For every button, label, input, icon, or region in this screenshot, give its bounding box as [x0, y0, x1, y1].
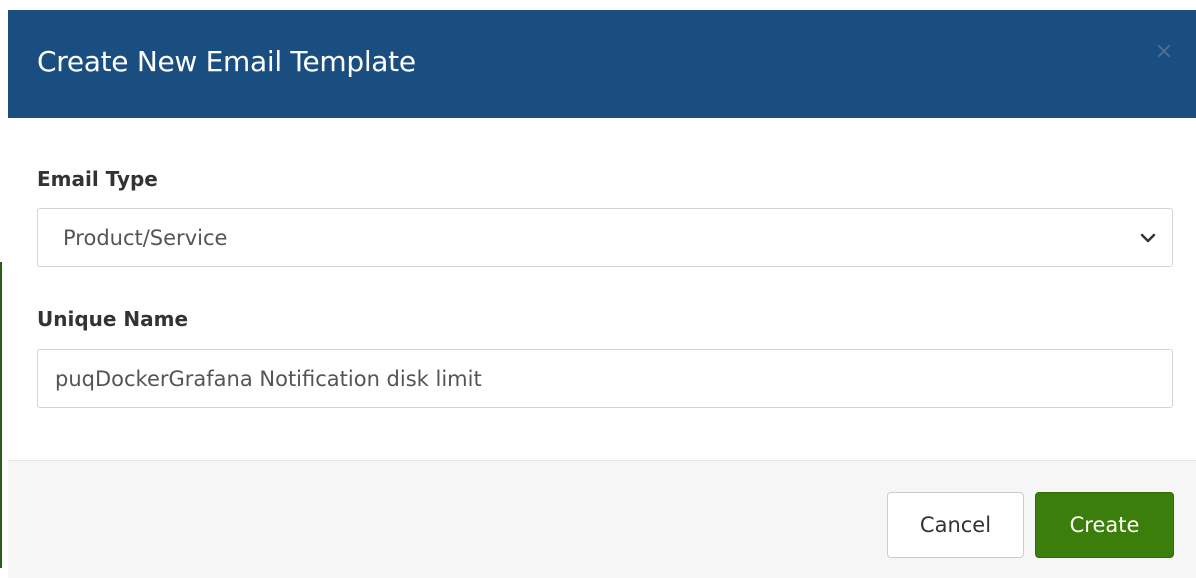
modal-title: Create New Email Template — [37, 45, 416, 78]
unique-name-label: Unique Name — [37, 307, 189, 331]
chevron-down-icon — [1140, 233, 1156, 243]
create-email-template-modal: Create New Email Template × Email Type P… — [8, 10, 1196, 578]
email-type-selected-value: Product/Service — [63, 226, 228, 250]
modal-body: Email Type Product/Service Unique Name — [8, 118, 1196, 460]
email-type-select[interactable]: Product/Service — [37, 208, 1173, 267]
create-button[interactable]: Create — [1035, 492, 1174, 558]
background-page-accent — [0, 262, 2, 568]
close-icon[interactable]: × — [1152, 40, 1176, 64]
modal-header: Create New Email Template × — [8, 10, 1196, 118]
unique-name-input[interactable] — [37, 349, 1173, 408]
background-page-edge — [0, 0, 8, 578]
cancel-button[interactable]: Cancel — [887, 492, 1024, 558]
modal-footer: Cancel Create — [8, 460, 1196, 578]
email-type-label: Email Type — [37, 167, 158, 191]
